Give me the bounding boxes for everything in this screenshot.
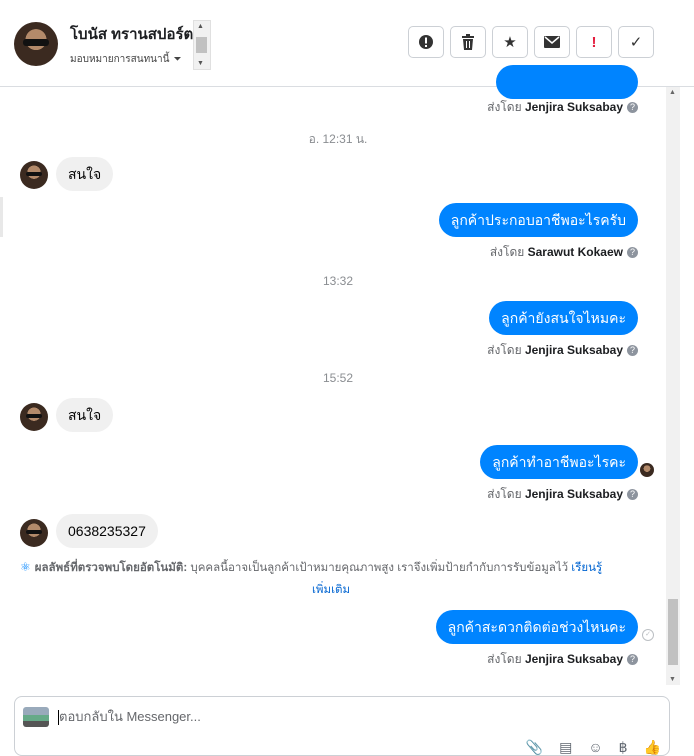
sent-status-icon: ✓: [642, 629, 654, 641]
scroll-up-icon[interactable]: ▲: [197, 23, 204, 30]
sent-by-label: ส่งโดย Jenjira Suksabay?: [487, 98, 638, 117]
reply-input[interactable]: [59, 709, 619, 724]
sent-by-label: ส่งโดย Jenjira Suksabay?: [487, 485, 638, 504]
atom-icon: ⚛: [20, 560, 31, 574]
seen-avatar: [640, 463, 654, 477]
help-icon[interactable]: ?: [627, 247, 638, 259]
learn-more-link-cont[interactable]: เพิ่มเติม: [312, 581, 350, 599]
mark-unread-button[interactable]: [534, 26, 570, 58]
timestamp: อ. 12:31 น.: [308, 132, 368, 146]
emoji-icon[interactable]: ☺: [588, 739, 602, 756]
message-thread[interactable]: ส่งโดย Jenjira Suksabay? อ. 12:31 น. สนใ…: [0, 65, 694, 692]
assign-conversation-dropdown[interactable]: มอบหมายการสนทนานี้ ⏷: [70, 52, 181, 67]
saved-replies-icon[interactable]: ▤: [559, 739, 572, 756]
contact-avatar-small[interactable]: [20, 403, 48, 431]
learn-more-link[interactable]: เรียนรู้: [571, 562, 602, 574]
header-scrollbar[interactable]: ▲ ▼: [193, 20, 211, 70]
scrollbar-thumb[interactable]: [196, 37, 207, 53]
contact-avatar[interactable]: [14, 22, 58, 66]
outgoing-message[interactable]: ลูกค้าประกอบอาชีพอะไรครับ: [438, 203, 638, 237]
attachment-icon[interactable]: 📎: [526, 739, 543, 756]
envelope-icon: [544, 36, 560, 48]
help-icon[interactable]: ?: [627, 102, 638, 114]
outgoing-message[interactable]: ลูกค้าสะดวกติดต่อช่วงไหนคะ: [435, 610, 638, 644]
thumbs-up-icon[interactable]: 👍: [644, 739, 661, 756]
contact-avatar-small[interactable]: [20, 161, 48, 189]
help-icon[interactable]: ?: [627, 489, 638, 501]
delete-button[interactable]: [450, 26, 486, 58]
scroll-down-icon[interactable]: ▼: [669, 676, 676, 683]
star-button[interactable]: ★: [492, 26, 528, 58]
trash-icon: [462, 34, 474, 50]
outgoing-message[interactable]: ลูกค้าทำอาชีพอะไรคะ: [480, 445, 638, 479]
scroll-down-icon[interactable]: ▼: [197, 60, 204, 67]
assign-label: มอบหมายการสนทนานี้: [70, 54, 170, 65]
outgoing-message[interactable]: ลูกค้ายังสนใจไหมคะ: [489, 301, 638, 335]
exclamation-icon: !: [591, 33, 597, 51]
payment-icon[interactable]: ฿: [619, 739, 628, 756]
help-icon[interactable]: ?: [627, 654, 638, 666]
report-button[interactable]: [408, 26, 444, 58]
checkmark-icon: ✓: [629, 34, 643, 51]
timestamp: 13:32: [322, 274, 354, 288]
incoming-message[interactable]: สนใจ: [56, 157, 114, 191]
outgoing-message-partial[interactable]: [496, 65, 638, 99]
scrollbar-thumb[interactable]: [668, 599, 678, 665]
incoming-message[interactable]: 0638235327: [56, 514, 158, 548]
contact-name[interactable]: โบนัส ทรานสปอร์ต: [70, 22, 193, 46]
page-avatar: [23, 707, 49, 727]
action-toolbar: ★ ! ✓: [408, 26, 654, 58]
chevron-down-icon: ⏷: [173, 54, 182, 65]
incoming-message[interactable]: สนใจ: [56, 398, 114, 432]
star-icon: ★: [503, 34, 517, 51]
sent-by-label: ส่งโดย Jenjira Suksabay?: [487, 650, 638, 669]
thread-scrollbar[interactable]: ▲ ▼: [666, 87, 680, 685]
mark-done-button[interactable]: ✓: [618, 26, 654, 58]
contact-avatar-small[interactable]: [20, 519, 48, 547]
composer-tools: 📎 ▤ ☺ ฿ 👍: [526, 739, 661, 756]
timestamp: 15:52: [322, 371, 354, 385]
sent-by-label: ส่งโดย Jenjira Suksabay?: [487, 341, 638, 360]
alert-circle-icon: [419, 35, 433, 49]
panel-edge: [0, 197, 3, 237]
help-icon[interactable]: ?: [627, 345, 638, 357]
ai-detection-notice: ⚛ ผลลัพธ์ที่ตรวจพบโดยอัตโนมัติ: บุคคลนี้อ…: [20, 560, 603, 574]
mark-important-button[interactable]: !: [576, 26, 612, 58]
reply-composer: 📎 ▤ ☺ ฿ 👍: [14, 696, 670, 756]
sent-by-label: ส่งโดย Sarawut Kokaew?: [490, 243, 638, 262]
scroll-up-icon[interactable]: ▲: [669, 89, 676, 96]
